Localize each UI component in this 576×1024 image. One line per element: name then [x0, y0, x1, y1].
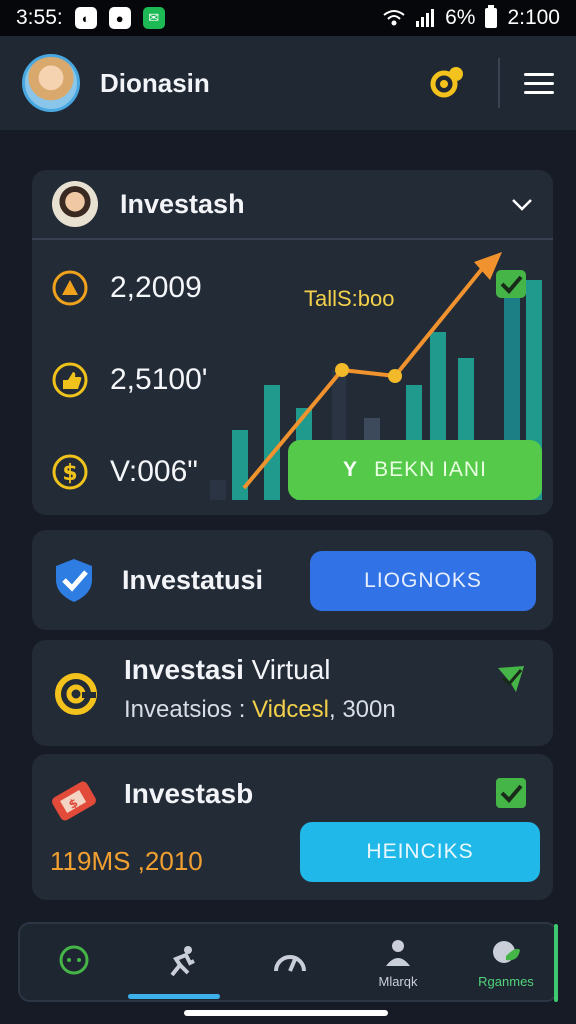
runner-icon [170, 946, 195, 977]
bottom-navigation: Mlarqk Rganmes [18, 922, 558, 1002]
checkbox-checked-icon[interactable] [494, 776, 528, 810]
virtual-investment-card[interactable]: Investasi Virtual Inveatsios : Vidcesl, … [32, 640, 553, 746]
investor-avatar [52, 181, 98, 227]
chart-bar [210, 480, 226, 500]
triangle-coin-icon [52, 270, 88, 306]
hamburger-menu-icon[interactable] [524, 72, 554, 94]
at-coin-icon [55, 673, 97, 715]
subtitle-suffix: , 300n [329, 696, 396, 723]
nav-item-chat[interactable] [20, 924, 128, 1000]
stat-row: 2,5100' [52, 334, 208, 426]
app-header: Dionasin [0, 36, 576, 130]
person-icon [386, 939, 410, 966]
chevron-down-icon[interactable] [511, 193, 533, 215]
stat-row: 2,2009 [52, 242, 208, 334]
stat-value: 2,5100' [110, 363, 208, 396]
virtual-investment-title: Investasi Virtual [124, 654, 331, 686]
subtitle-value: Vidcesl [252, 696, 329, 723]
wifi-icon [383, 9, 405, 27]
stat-row: $ V:006" [52, 426, 208, 518]
checks-button[interactable]: HEINCIKS [300, 822, 540, 882]
app-notification-icon: ◐ [74, 7, 97, 29]
status-bar: 3:55: ◐ ● ✉ 6% 2:100 [0, 0, 576, 36]
user-avatar[interactable] [22, 54, 80, 112]
investasb-title: Investasb [124, 778, 254, 809]
pin-icon: Y [343, 458, 359, 481]
status-clock: 2:100 [507, 6, 560, 29]
check-badge-icon [496, 270, 526, 298]
stat-value: V:006" [110, 455, 198, 488]
invest-now-label: BEKN IANI [374, 458, 487, 481]
investasb-amount: 119MS ,2010 [50, 846, 203, 876]
nav-item-activity[interactable] [128, 924, 236, 1000]
investatusi-card: Investatusi LIOGNOKS [32, 530, 553, 630]
dollar-coin-icon: $ [52, 454, 88, 490]
investatusi-label: Investatusi [122, 564, 264, 595]
stat-value: 2,2009 [110, 271, 202, 304]
gauge-icon [274, 955, 306, 972]
title-bold: Investasi [124, 654, 244, 685]
record-notification-icon: ● [108, 7, 131, 29]
investment-card-header[interactable]: Investash [32, 170, 553, 240]
header-divider [498, 58, 500, 108]
shield-check-icon [56, 559, 92, 602]
svg-text:$: $ [62, 461, 77, 486]
invest-now-button[interactable]: Y BEKN IANI [288, 440, 542, 500]
home-indicator[interactable] [184, 1010, 388, 1016]
nav-label: Mlarqk [378, 973, 418, 989]
header-title: Dionasin [100, 67, 210, 98]
status-time: 3:55: [16, 6, 63, 29]
message-notification-icon: ✉ [142, 7, 165, 29]
subtitle-prefix: Inveatsios : [124, 696, 253, 723]
nav-item-rganmes[interactable]: Rganmes [452, 924, 560, 1000]
virtual-investment-subtitle: Inveatsios : Vidcesl, 300n [124, 696, 396, 724]
nav-item-gauge[interactable] [236, 924, 344, 1000]
title-rest: Virtual [243, 654, 331, 685]
chart-bar [232, 430, 248, 500]
thumbs-up-coin-icon [52, 362, 88, 398]
check-arrow-icon [498, 666, 524, 692]
chart-point [388, 369, 402, 383]
logon-button[interactable]: LIOGNOKS [310, 551, 536, 611]
battery-icon [485, 5, 498, 28]
chat-bubble-icon [59, 945, 89, 975]
coins-icon[interactable] [428, 63, 468, 103]
chart-label: TallS:boo [304, 286, 395, 311]
nav-item-mlarqk[interactable]: Mlarqk [344, 924, 452, 1000]
investment-stats: 2,2009 2,5100' $ V:006" [52, 242, 208, 518]
ticket-icon: $ [52, 781, 96, 821]
investment-card-title: Investash [120, 188, 245, 219]
chart-point [335, 363, 349, 377]
chart-bar [264, 385, 280, 500]
battery-percent: 6% [445, 6, 476, 29]
active-tab-indicator [128, 994, 220, 999]
globe-leaf-icon [493, 940, 520, 963]
nav-label: Rganmes [478, 973, 534, 989]
signal-icon [415, 9, 435, 27]
investasb-card: $ Investasb 119MS ,2010 HEINCIKS [32, 754, 553, 900]
